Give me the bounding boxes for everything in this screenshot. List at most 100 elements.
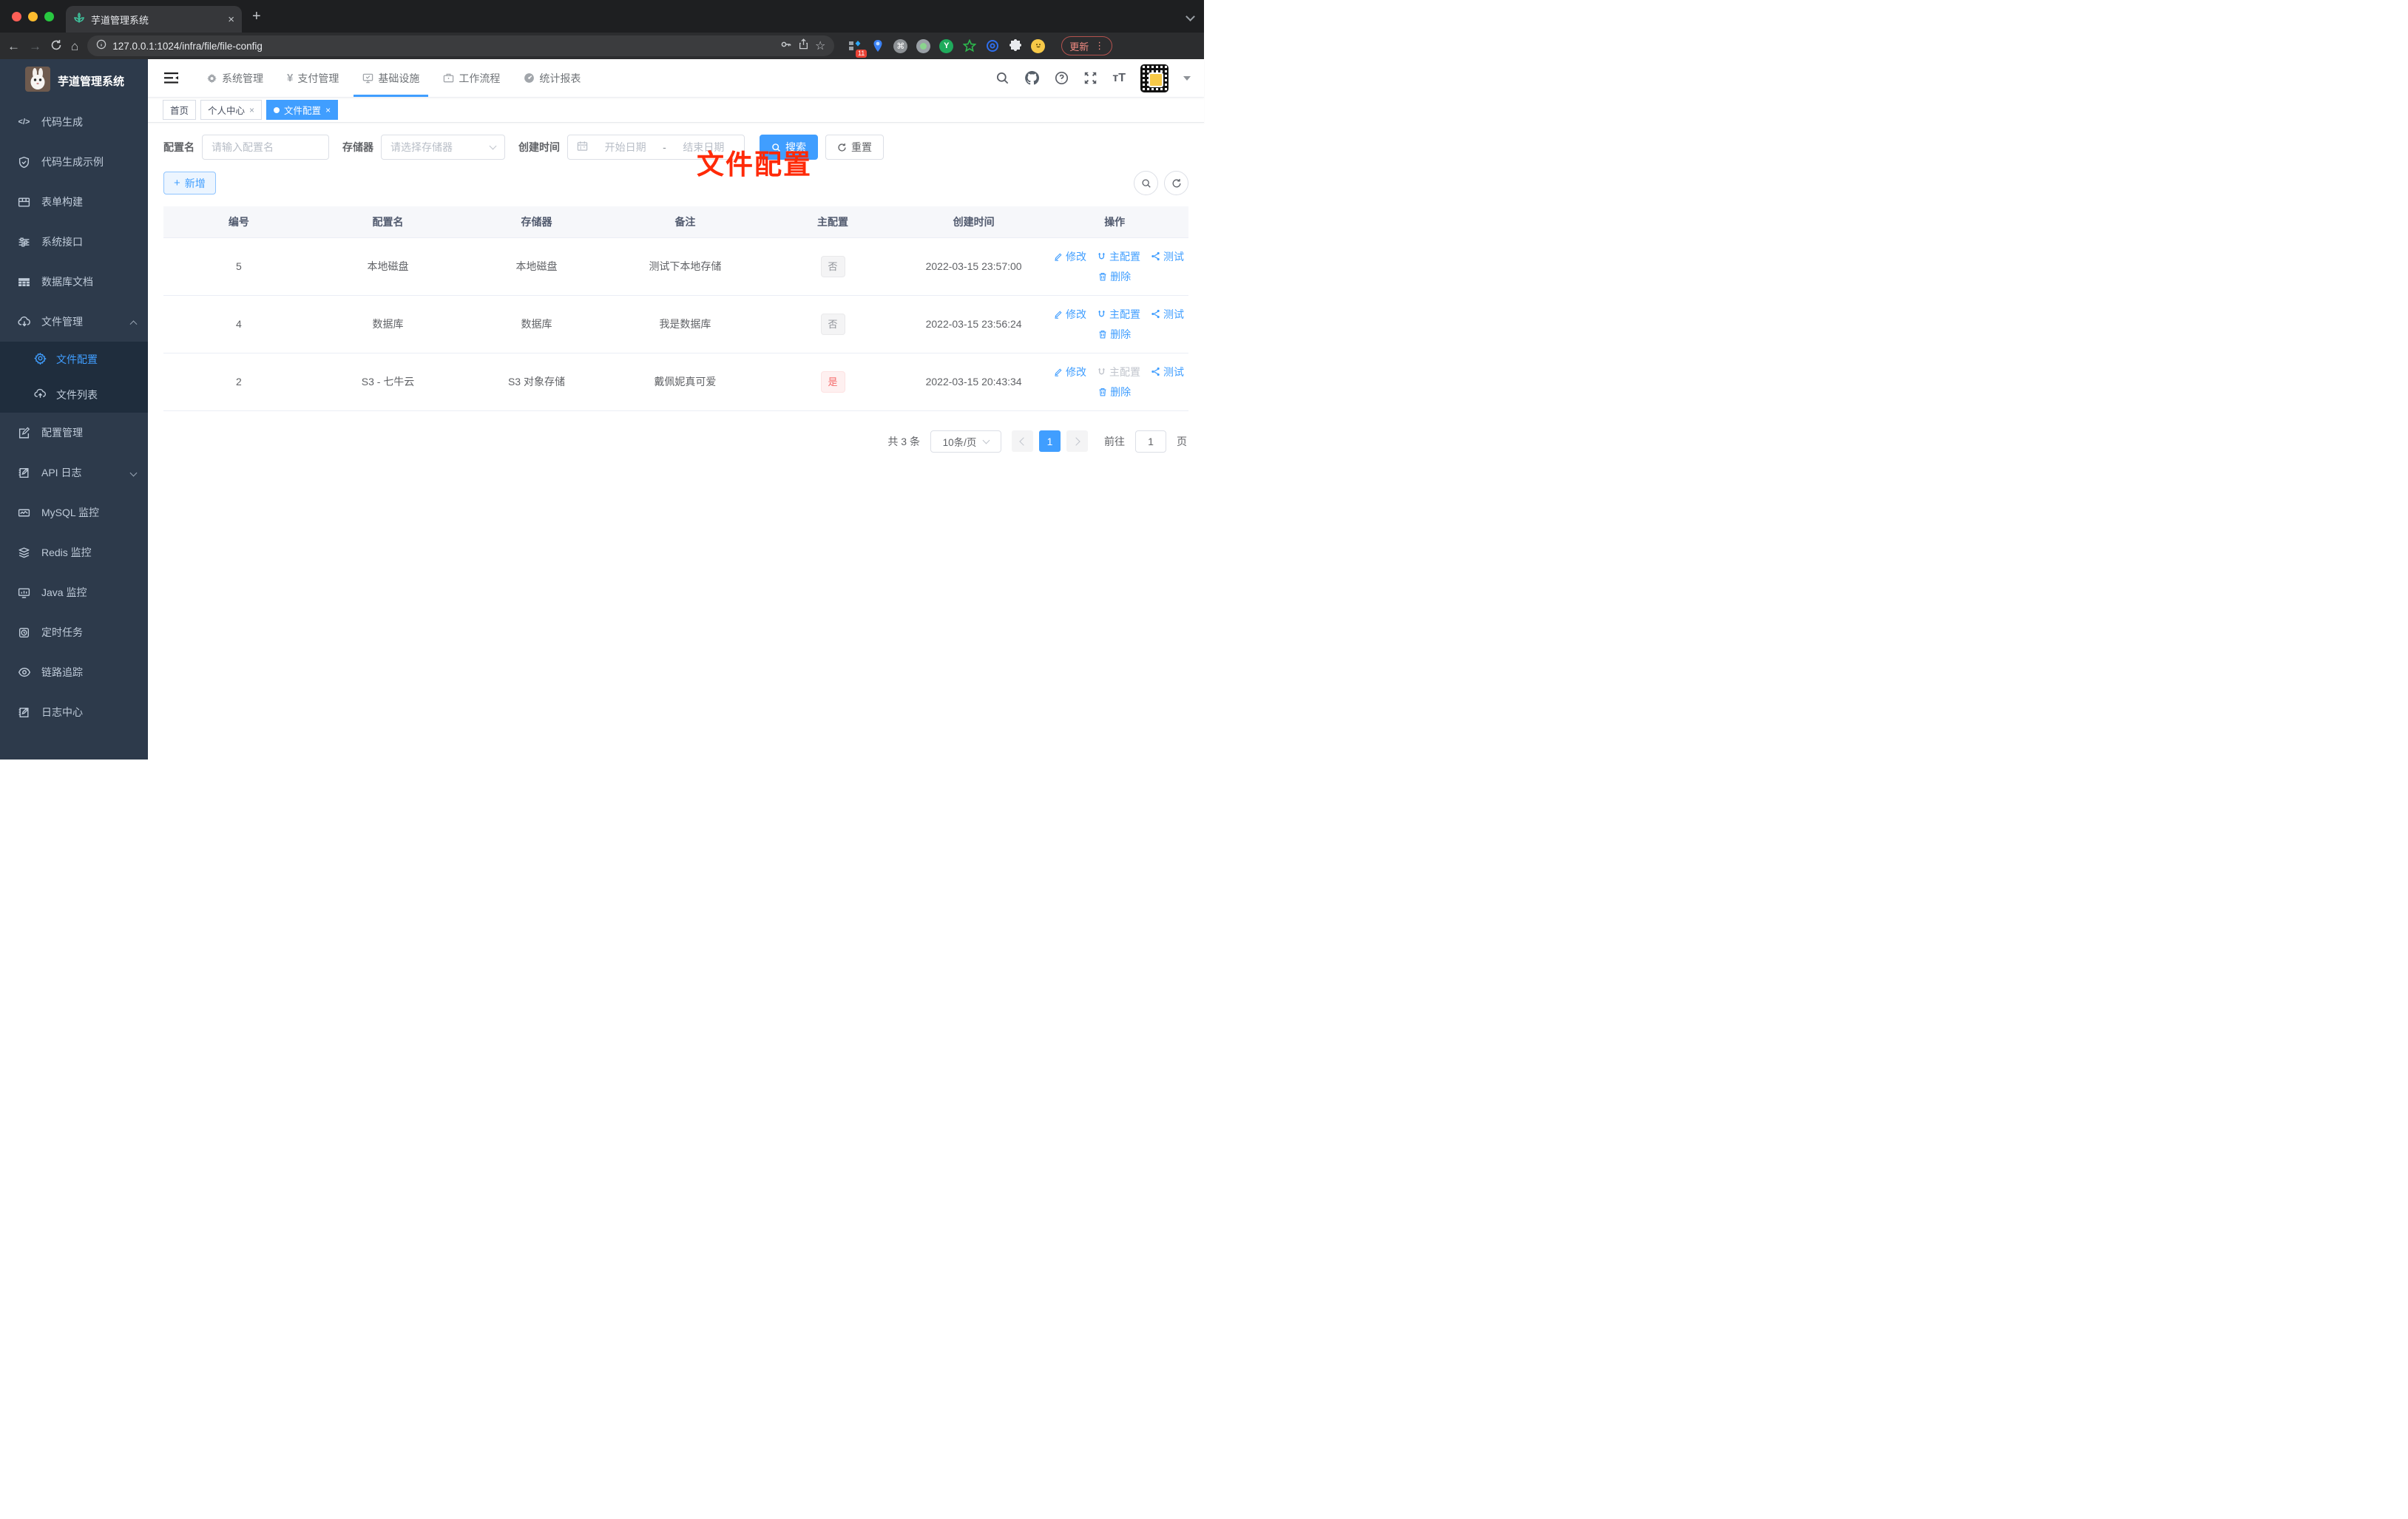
search-icon[interactable] (995, 71, 1009, 85)
tab-close-icon[interactable]: × (228, 13, 234, 26)
edit-link[interactable]: 修改 (1054, 249, 1086, 264)
kebab-menu-icon[interactable]: ⋮ (1095, 40, 1104, 52)
back-icon[interactable]: ← (7, 40, 20, 53)
sidebar-item-form-builder[interactable]: 表单构建 (0, 182, 148, 222)
topnav-payment-management[interactable]: ¥ 支付管理 (278, 59, 348, 97)
pagination: 共 3 条 10条/页 1 前往 页 (163, 430, 1188, 453)
log-edit-icon (17, 706, 31, 719)
sidebar-collapse-icon[interactable] (148, 72, 189, 84)
address-bar[interactable]: 127.0.0.1:1024/infra/file/file-config ☆ (87, 35, 835, 56)
sidebar-item-scheduled-jobs[interactable]: 定时任务 (0, 612, 148, 652)
col-name: 配置名 (314, 206, 462, 237)
sidebar-item-redis-monitor[interactable]: Redis 监控 (0, 532, 148, 572)
sidebar-item-code-generation[interactable]: </> 代码生成 (0, 102, 148, 142)
share-icon[interactable] (798, 38, 809, 53)
sidebar-item-config-management[interactable]: 配置管理 (0, 413, 148, 453)
extension-lens-icon[interactable] (985, 39, 999, 53)
extension-y-icon[interactable]: Y (939, 38, 954, 53)
topnav-statistics[interactable]: 统计报表 (515, 59, 589, 97)
sidebar-item-api-log[interactable]: API 日志 (0, 453, 148, 493)
edit-link[interactable]: 修改 (1054, 307, 1086, 322)
tag-profile[interactable]: 个人中心 × (200, 100, 263, 120)
page-size-select[interactable]: 10条/页 (930, 430, 1001, 453)
tab-search-chevron-icon[interactable] (1186, 12, 1195, 21)
minimize-window-button[interactable] (28, 11, 38, 21)
extension-tabs-icon[interactable]: 11 (848, 39, 868, 58)
sidebar-item-java-monitor[interactable]: Java 监控 (0, 572, 148, 612)
page-number-button[interactable]: 1 (1039, 430, 1061, 452)
test-link[interactable]: 测试 (1151, 307, 1184, 322)
header-right-tools: ᴛT (995, 64, 1204, 92)
table-row: 4 数据库 数据库 我是数据库 否 2022-03-15 23:56:24 修改… (163, 295, 1188, 353)
sidebar-item-file-list[interactable]: 文件列表 (0, 377, 148, 413)
next-page-button[interactable] (1066, 430, 1088, 452)
gear-icon (206, 72, 217, 84)
page-jump-input[interactable] (1135, 430, 1166, 453)
master-config-link[interactable]: 主配置 (1097, 249, 1140, 264)
close-window-button[interactable] (12, 11, 21, 21)
sidebar-item-db-doc[interactable]: 数据库文档 (0, 262, 148, 302)
help-icon[interactable] (1055, 71, 1069, 85)
gauge-icon (524, 72, 535, 84)
extension-emoji-icon[interactable] (1031, 38, 1046, 53)
home-icon[interactable]: ⌂ (71, 40, 78, 53)
delete-link[interactable]: 删除 (1098, 385, 1131, 399)
topnav-workflow[interactable]: 工作流程 (434, 59, 509, 97)
refresh-button[interactable] (1164, 171, 1188, 195)
forward-icon[interactable]: → (29, 40, 41, 53)
cloud-upload-icon (34, 388, 47, 402)
edit-square-icon (17, 427, 31, 439)
sidebar-item-tracing[interactable]: 链路追踪 (0, 652, 148, 692)
tag-home[interactable]: 首页 (163, 100, 197, 120)
sidebar-item-mysql-monitor[interactable]: MySQL 监控 (0, 493, 148, 532)
storage-label: 存储器 (342, 141, 373, 153)
tag-file-config[interactable]: 文件配置 × (266, 100, 339, 120)
add-button[interactable]: + 新增 (163, 172, 216, 194)
sidebar-item-log-center[interactable]: 日志中心 (0, 692, 148, 732)
sidebar-item-file-config[interactable]: 文件配置 (0, 342, 148, 377)
sidebar-logo[interactable]: 芋道管理系统 (0, 59, 148, 102)
extension-puzzle-icon[interactable] (1008, 39, 1022, 53)
annotation-overlay-text: 文件配置 (697, 149, 812, 180)
prev-page-button[interactable] (1012, 430, 1033, 452)
sidebar-item-system-api[interactable]: 系统接口 (0, 222, 148, 262)
close-icon[interactable]: × (249, 105, 254, 115)
reload-icon[interactable] (50, 39, 62, 53)
github-icon[interactable] (1024, 70, 1040, 86)
sidebar-item-code-example[interactable]: 代码生成示例 (0, 142, 148, 182)
master-config-link[interactable]: 主配置 (1097, 307, 1140, 322)
reset-button[interactable]: 重置 (825, 135, 884, 160)
config-name-input[interactable] (202, 135, 329, 160)
toggle-search-button[interactable] (1134, 171, 1158, 195)
browser-tab[interactable]: 芋道管理系统 × (66, 6, 242, 33)
site-info-icon[interactable] (96, 39, 106, 53)
test-link[interactable]: 测试 (1151, 249, 1184, 264)
log-edit-icon (17, 467, 31, 479)
cell-created: 2022-03-15 23:57:00 (906, 237, 1041, 296)
chrome-update-button[interactable]: 更新 ⋮ (1061, 36, 1113, 55)
fullscreen-icon[interactable] (1083, 71, 1098, 85)
bookmark-star-icon[interactable]: ☆ (815, 38, 825, 53)
avatar-caret-icon[interactable] (1183, 75, 1191, 81)
topnav-infrastructure[interactable]: 基础设施 (354, 59, 429, 97)
user-avatar[interactable] (1140, 64, 1169, 92)
close-icon[interactable]: × (325, 105, 331, 115)
extension-command-icon[interactable]: ⌘ (893, 38, 908, 53)
extension-pin-icon[interactable] (870, 39, 885, 53)
extension-star-icon[interactable] (962, 39, 976, 53)
zoom-window-button[interactable] (44, 11, 54, 21)
delete-link[interactable]: 删除 (1098, 269, 1131, 284)
test-link[interactable]: 测试 (1151, 365, 1184, 379)
storage-select[interactable]: 请选择存储器 (381, 135, 505, 160)
extension-recorder-icon[interactable] (916, 38, 931, 53)
window-controls (0, 11, 66, 21)
new-tab-button[interactable]: + (252, 8, 261, 25)
topnav-system-management[interactable]: 系统管理 (197, 59, 272, 97)
form-grid-icon (17, 196, 31, 209)
start-date-placeholder[interactable]: 开始日期 (594, 140, 657, 155)
password-key-icon[interactable] (780, 38, 792, 54)
sidebar-item-file-management[interactable]: 文件管理 (0, 302, 148, 342)
edit-link[interactable]: 修改 (1054, 365, 1086, 379)
font-size-icon[interactable]: ᴛT (1112, 72, 1126, 85)
delete-link[interactable]: 删除 (1098, 327, 1131, 342)
